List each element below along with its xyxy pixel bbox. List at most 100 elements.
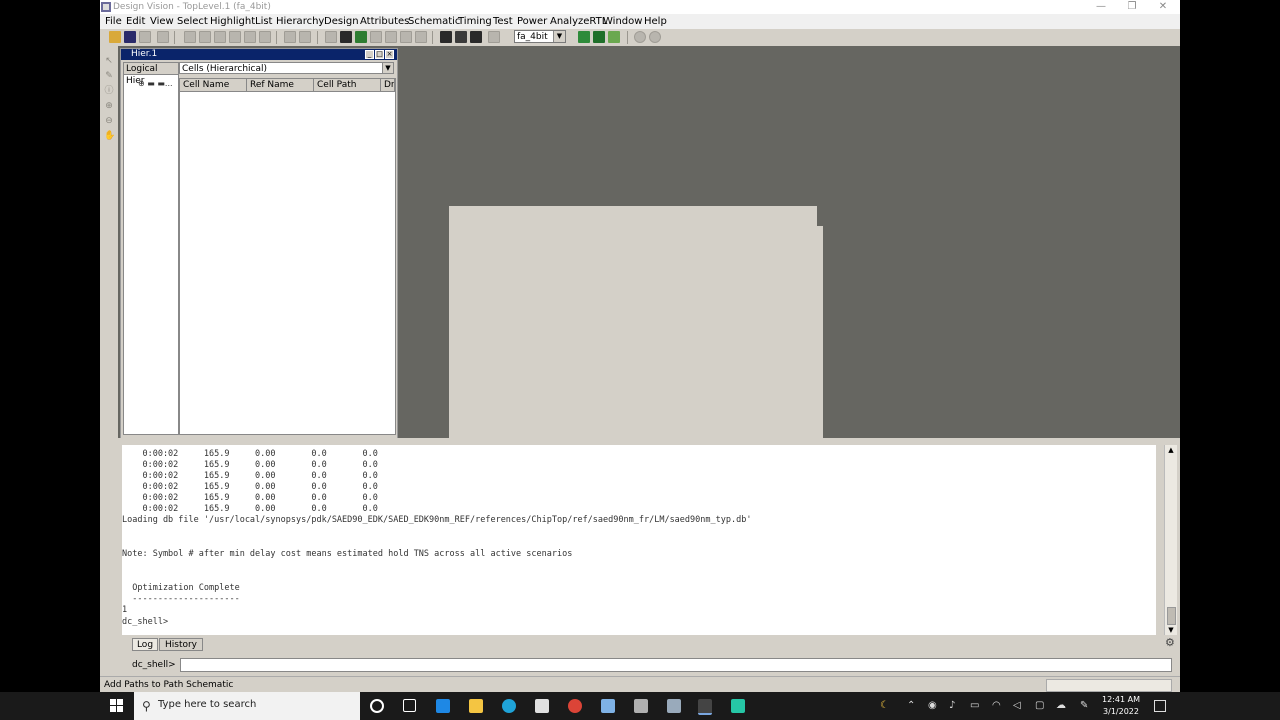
- schematic-icon[interactable]: [325, 31, 337, 43]
- menu-attributes[interactable]: Attributes: [360, 14, 409, 29]
- print-icon[interactable]: [139, 31, 151, 43]
- zoom-plus-icon[interactable]: [634, 31, 646, 43]
- tab-log[interactable]: Log: [132, 638, 158, 651]
- chevron-up-icon[interactable]: ⌃: [907, 700, 915, 711]
- menu-test[interactable]: Test: [493, 14, 513, 29]
- app-icon-c[interactable]: [731, 699, 745, 713]
- taskbar-search[interactable]: ⚲ Type here to search: [134, 692, 360, 720]
- maximize-button[interactable]: ❐: [1124, 0, 1140, 14]
- app-icon-b[interactable]: [667, 699, 681, 713]
- x-server-icon[interactable]: [698, 699, 712, 715]
- power-icon[interactable]: [470, 31, 482, 43]
- design-select[interactable]: fa_4bit ▼: [514, 30, 566, 43]
- timing-icon[interactable]: [455, 31, 467, 43]
- menu-window[interactable]: Window: [603, 14, 642, 29]
- scroll-thumb[interactable]: [1167, 607, 1176, 625]
- zoom-out-tool-icon[interactable]: ⊖: [104, 116, 114, 126]
- cells-type-dropdown[interactable]: Cells (Hierarchical) ▼: [179, 62, 394, 74]
- elaborate-icon[interactable]: [593, 31, 605, 43]
- pan-hand-icon[interactable]: ✋: [104, 131, 115, 141]
- column-cell-path[interactable]: Cell Path: [314, 79, 381, 92]
- app-icon-a[interactable]: [634, 699, 648, 713]
- menu-analyzertl[interactable]: AnalyzeRTL: [550, 14, 607, 29]
- zoom-prev-icon[interactable]: [244, 31, 256, 43]
- histogram-icon[interactable]: [385, 31, 397, 43]
- store-icon[interactable]: [535, 699, 549, 713]
- menu-highlight[interactable]: Highlight: [210, 14, 255, 29]
- list-icon[interactable]: [415, 31, 427, 43]
- menu-hierarchy[interactable]: Hierarchy: [276, 14, 324, 29]
- cortana-icon[interactable]: [370, 699, 384, 713]
- menu-edit[interactable]: Edit: [126, 14, 145, 29]
- console-vertical-scrollbar[interactable]: ▲ ▼: [1164, 445, 1177, 635]
- taskbar-clock[interactable]: 12:41 AM 3/1/2022: [1096, 694, 1146, 718]
- onedrive-icon[interactable]: ☁: [1056, 700, 1066, 711]
- zoom-in-icon[interactable]: [199, 31, 211, 43]
- path-schematic-icon[interactable]: [355, 31, 367, 43]
- menu-schematic[interactable]: Schematic: [408, 14, 460, 29]
- command-input[interactable]: [180, 658, 1172, 672]
- compile-icon[interactable]: [608, 31, 620, 43]
- column-cell-name[interactable]: Cell Name: [180, 79, 247, 92]
- display-icon[interactable]: ▢: [1035, 700, 1044, 711]
- menu-list[interactable]: List: [255, 14, 272, 29]
- night-light-icon[interactable]: ☾: [880, 700, 889, 711]
- hier-maximize-button[interactable]: □: [375, 50, 384, 59]
- scroll-down-icon[interactable]: ▼: [1165, 625, 1177, 635]
- column-ref-name[interactable]: Ref Name: [247, 79, 314, 92]
- volume-icon[interactable]: ◁: [1013, 700, 1021, 711]
- hier-tree-node[interactable]: ⊕ ▬ ▬...: [138, 79, 173, 88]
- zoom-fit-icon[interactable]: [184, 31, 196, 43]
- mail-icon[interactable]: [436, 699, 450, 713]
- task-view-icon[interactable]: [403, 699, 416, 712]
- open-icon[interactable]: [109, 31, 121, 43]
- gear-icon[interactable]: ⚙: [1165, 637, 1177, 649]
- report-icon[interactable]: [400, 31, 412, 43]
- window-titlebar[interactable]: Design Vision - TopLevel.1 (fa_4bit) — ❐…: [100, 0, 1180, 14]
- tab-history[interactable]: History: [159, 638, 203, 651]
- menu-power[interactable]: Power: [517, 14, 547, 29]
- mic-icon[interactable]: ♪: [949, 700, 955, 711]
- zoom-in-tool-icon[interactable]: ⊕: [104, 101, 114, 111]
- menu-help[interactable]: Help: [644, 14, 667, 29]
- menu-design[interactable]: Design: [324, 14, 359, 29]
- pen-icon[interactable]: ✎: [1080, 700, 1088, 711]
- meet-icon[interactable]: ◉: [928, 700, 937, 711]
- pop-out-icon[interactable]: [299, 31, 311, 43]
- windows-start-icon[interactable]: [110, 699, 123, 715]
- hier-window-titlebar[interactable]: Hier.1 _ □ ×: [121, 49, 397, 60]
- undo-icon[interactable]: [157, 31, 169, 43]
- close-button[interactable]: ✕: [1155, 0, 1171, 14]
- options-icon[interactable]: [488, 31, 500, 43]
- info-icon[interactable]: ⓘ: [104, 86, 114, 96]
- zoom-box-icon[interactable]: [229, 31, 241, 43]
- menu-timing[interactable]: Timing: [458, 14, 492, 29]
- hier-close-button[interactable]: ×: [385, 50, 394, 59]
- scroll-up-icon[interactable]: ▲: [1165, 445, 1177, 455]
- layout-icon[interactable]: [440, 31, 452, 43]
- file-explorer-icon[interactable]: [469, 699, 483, 713]
- wifi-icon[interactable]: ◠: [992, 700, 1001, 711]
- menu-file[interactable]: File: [105, 14, 122, 29]
- hier-view-icon[interactable]: [370, 31, 382, 43]
- chrome-icon[interactable]: [568, 699, 582, 713]
- battery-icon[interactable]: ▭: [970, 700, 979, 711]
- symbol-view-icon[interactable]: [340, 31, 352, 43]
- zoom-minus-icon[interactable]: [649, 31, 661, 43]
- logical-hier-header[interactable]: Logical Hier: [124, 63, 178, 86]
- save-icon[interactable]: [124, 31, 136, 43]
- push-in-icon[interactable]: [284, 31, 296, 43]
- menu-select[interactable]: Select: [177, 14, 208, 29]
- column-dr[interactable]: Dr: [381, 79, 395, 92]
- zoom-full-icon[interactable]: [259, 31, 271, 43]
- hier-minimize-button[interactable]: _: [365, 50, 374, 59]
- menu-view[interactable]: View: [150, 14, 174, 29]
- status-scrollbar[interactable]: [1046, 679, 1172, 692]
- notepad-icon[interactable]: [601, 699, 615, 713]
- pointer-icon[interactable]: ↖: [104, 56, 114, 66]
- pencil-icon[interactable]: ✎: [104, 71, 114, 81]
- edge-icon[interactable]: [502, 699, 516, 713]
- notifications-icon[interactable]: [1154, 700, 1166, 712]
- analyze-icon[interactable]: [578, 31, 590, 43]
- minimize-button[interactable]: —: [1093, 0, 1109, 14]
